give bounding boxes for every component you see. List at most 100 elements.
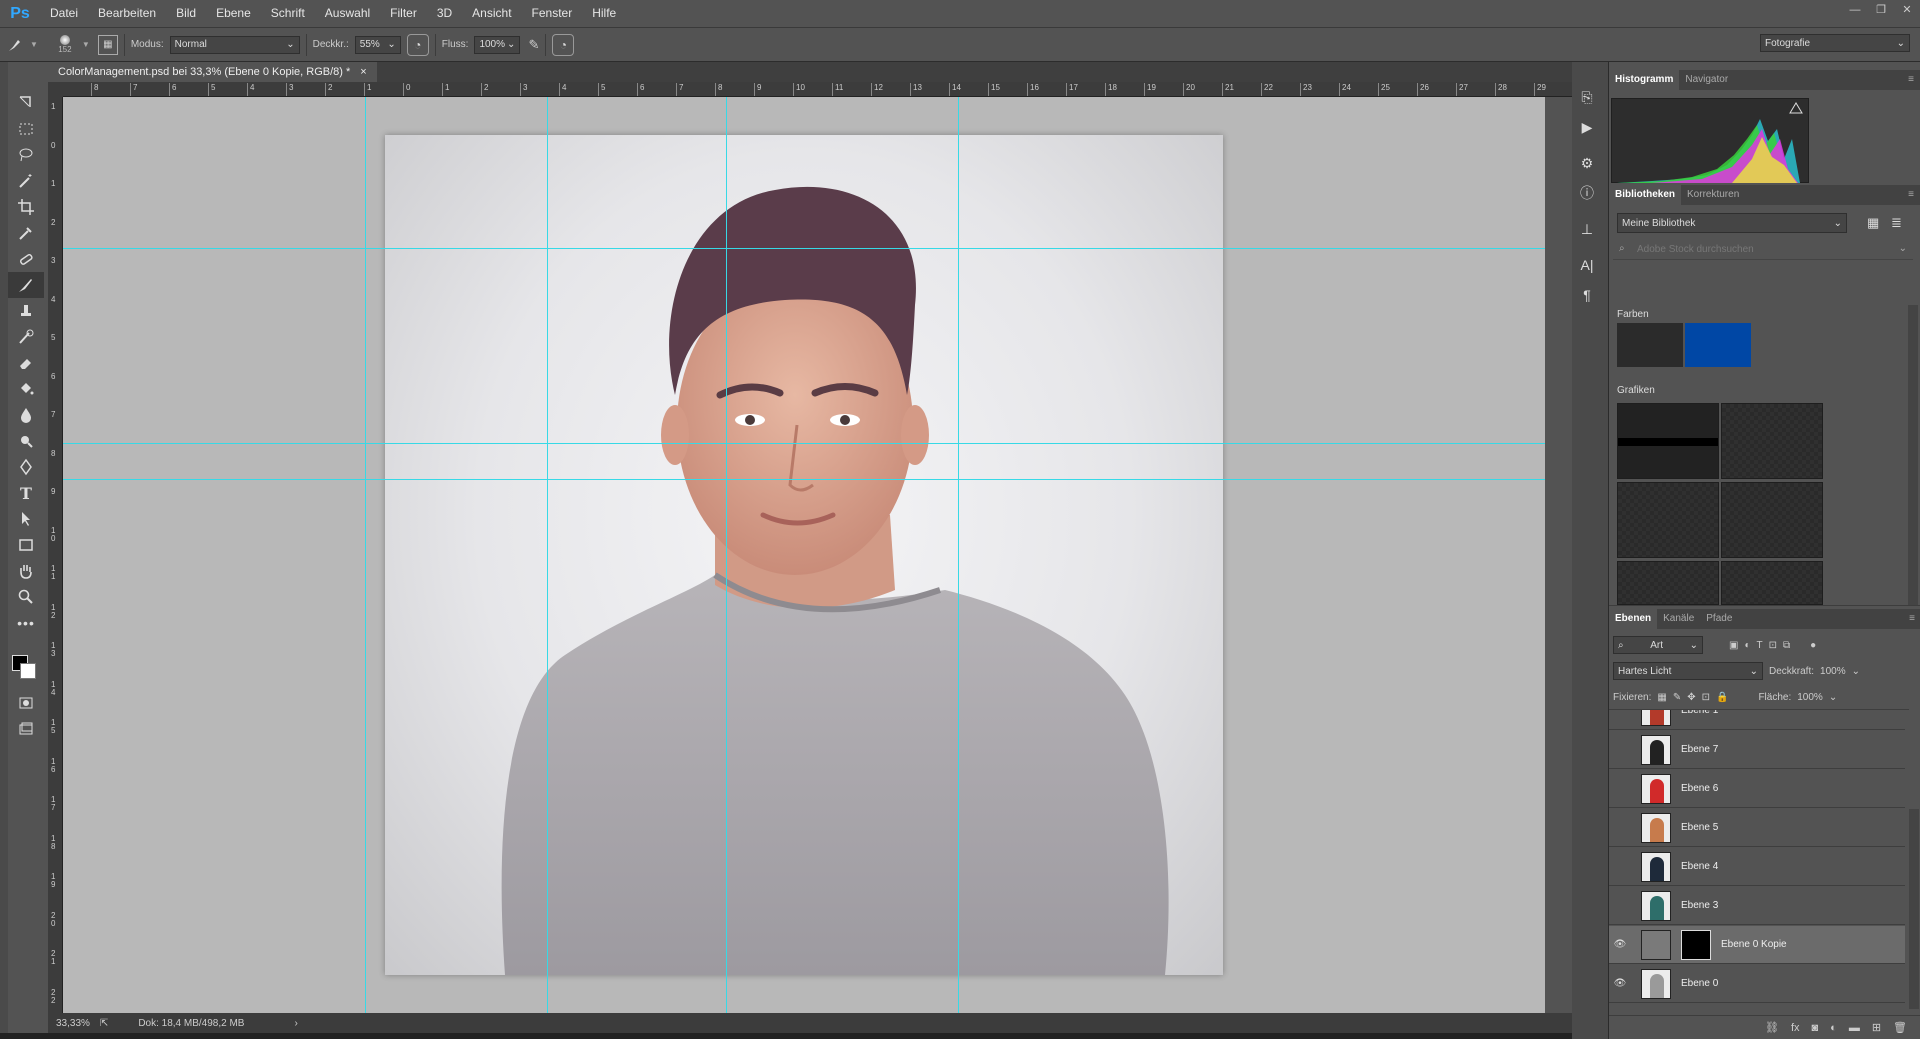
library-select[interactable]: Meine Bibliothek ⌄ — [1617, 213, 1847, 233]
ruler-corner[interactable] — [48, 82, 63, 97]
blend-mode-select[interactable]: Hartes Licht ⌄ — [1613, 662, 1763, 680]
lock-artboard-icon[interactable]: ⊡ — [1702, 692, 1710, 703]
add-mask-icon[interactable]: ◙ — [1812, 1022, 1819, 1034]
move-tool-icon[interactable] — [8, 90, 44, 116]
layer-fill-value[interactable]: 100% — [1797, 692, 1823, 703]
type-filter-icon[interactable]: T — [1757, 640, 1763, 651]
quick-mask-icon[interactable] — [8, 690, 44, 716]
close-tab-icon[interactable]: × — [360, 62, 366, 82]
magic-wand-icon[interactable] — [8, 168, 44, 194]
lock-pixels-icon[interactable]: ✎ — [1673, 692, 1681, 703]
smart-object-filter-icon[interactable]: ⧉ — [1783, 640, 1790, 651]
zoom-tool-icon[interactable] — [8, 584, 44, 610]
tab-pfade[interactable]: Pfade — [1700, 609, 1738, 629]
character-panel-icon[interactable]: A| — [1572, 250, 1602, 280]
guide-line[interactable] — [63, 248, 1545, 249]
new-layer-icon[interactable]: ⊞ — [1872, 1021, 1881, 1034]
eyedropper-icon[interactable] — [8, 220, 44, 246]
guide-line[interactable] — [63, 443, 1545, 444]
layer-row[interactable]: Ebene 5 — [1609, 809, 1905, 847]
library-graphic[interactable] — [1721, 482, 1823, 558]
lasso-tool-icon[interactable] — [8, 142, 44, 168]
layer-style-icon[interactable]: fx — [1791, 1022, 1800, 1034]
lock-all-icon[interactable]: 🔒 — [1716, 692, 1728, 703]
guide-line[interactable] — [726, 97, 727, 1013]
library-color-swatch[interactable] — [1617, 323, 1683, 367]
export-icon[interactable]: ⇱ — [100, 1018, 108, 1029]
tab-navigator[interactable]: Navigator — [1679, 70, 1734, 90]
airbrush-icon[interactable]: ✎ — [528, 37, 539, 53]
tab-korrekturen[interactable]: Korrekturen — [1681, 185, 1745, 205]
panel-menu-icon[interactable]: ≡ — [1908, 74, 1914, 85]
layer-filter-select[interactable]: ⌕ Art ⌄ — [1613, 636, 1703, 654]
layer-row[interactable]: Ebene 3 — [1609, 887, 1905, 925]
chevron-down-icon[interactable]: ⌄ — [1829, 692, 1837, 703]
layer-row[interactable]: 👁 Ebene 0 Kopie — [1609, 926, 1905, 964]
menu-auswahl[interactable]: Auswahl — [315, 0, 380, 27]
paint-bucket-icon[interactable] — [8, 376, 44, 402]
delete-layer-icon[interactable]: 🗑 — [1893, 1021, 1907, 1034]
library-graphic[interactable] — [1617, 482, 1719, 558]
layer-row[interactable]: Ebene 7 — [1609, 731, 1905, 769]
menu-ebene[interactable]: Ebene — [206, 0, 261, 27]
panel-menu-icon[interactable]: ≡ — [1908, 189, 1914, 200]
history-brush-icon[interactable] — [8, 324, 44, 350]
dodge-tool-icon[interactable] — [8, 428, 44, 454]
rectangle-tool-icon[interactable] — [8, 532, 44, 558]
menu-schrift[interactable]: Schrift — [261, 0, 315, 27]
layer-row[interactable]: Ebene 1 — [1609, 710, 1905, 730]
history-panel-icon[interactable]: ⎘ — [1572, 82, 1602, 112]
menu-bearbeiten[interactable]: Bearbeiten — [88, 0, 166, 27]
shape-filter-icon[interactable]: ⊡ — [1769, 640, 1777, 651]
adjustment-layer-icon[interactable]: ◐ — [1830, 1022, 1837, 1034]
hand-tool-icon[interactable] — [8, 558, 44, 584]
layer-row[interactable]: 👁 Ebene 0 — [1609, 965, 1905, 1003]
guide-line[interactable] — [365, 97, 366, 1013]
blur-tool-icon[interactable] — [8, 402, 44, 428]
document-tab[interactable]: ColorManagement.psd bei 33,3% (Ebene 0 K… — [48, 62, 377, 82]
library-color-swatch[interactable] — [1685, 323, 1751, 367]
vertical-ruler[interactable]: 101234567891 01 11 21 31 41 51 61 71 81 … — [48, 97, 63, 1013]
layer-row[interactable]: Ebene 6 — [1609, 770, 1905, 808]
lock-position-icon[interactable]: ✥ — [1687, 692, 1695, 703]
list-view-icon[interactable]: ≣ — [1891, 215, 1902, 231]
library-graphic[interactable] — [1721, 561, 1823, 605]
screen-mode-icon[interactable] — [8, 716, 44, 742]
lock-transparency-icon[interactable]: ▦ — [1657, 692, 1666, 703]
eraser-icon[interactable] — [8, 350, 44, 376]
chevron-right-icon[interactable]: › — [294, 1018, 297, 1029]
library-graphic[interactable] — [1721, 403, 1823, 479]
menu-3d[interactable]: 3D — [427, 0, 462, 27]
pressure-opacity-button[interactable]: ◔ — [406, 33, 429, 56]
library-graphic[interactable] — [1617, 561, 1719, 605]
paragraph-panel-icon[interactable]: ¶ — [1572, 280, 1602, 310]
background-color-swatch[interactable] — [20, 663, 36, 679]
type-tool-icon[interactable]: T — [8, 480, 44, 506]
pixel-filter-icon[interactable]: ▣ — [1729, 640, 1738, 651]
stock-search-input[interactable]: ⌕ Adobe Stock durchsuchen ⌄ — [1613, 240, 1913, 260]
zoom-level[interactable]: 33,33% — [56, 1018, 90, 1029]
pen-tool-icon[interactable] — [8, 454, 44, 480]
layers-scrollbar[interactable] — [1909, 809, 1919, 1009]
fluss-input[interactable]: 100% ⌄ — [474, 35, 521, 54]
menu-ansicht[interactable]: Ansicht — [462, 0, 521, 27]
filter-toggle-icon[interactable]: ● — [1810, 640, 1816, 651]
brush-tool-icon[interactable] — [8, 272, 44, 298]
menu-bild[interactable]: Bild — [166, 0, 206, 27]
actions-panel-icon[interactable]: ▶ — [1572, 112, 1602, 142]
clone-stamp-icon[interactable] — [8, 298, 44, 324]
info-panel-icon[interactable]: ⓘ — [1572, 178, 1602, 208]
stamp-panel-icon[interactable]: ⊥ — [1572, 214, 1602, 244]
menu-hilfe[interactable]: Hilfe — [582, 0, 626, 27]
guide-line[interactable] — [958, 97, 959, 1013]
layer-opacity-value[interactable]: 100% — [1820, 666, 1846, 677]
link-layers-icon[interactable]: ⛓ — [1765, 1021, 1779, 1034]
new-group-icon[interactable]: ▬ — [1849, 1022, 1860, 1034]
brush-panel-toggle[interactable]: ▦ — [97, 34, 118, 55]
library-scrollbar[interactable] — [1908, 305, 1918, 605]
panel-menu-icon[interactable]: ≡ — [1909, 613, 1915, 624]
more-tools-icon[interactable]: ••• — [8, 610, 44, 636]
tab-histogramm[interactable]: Histogramm — [1609, 70, 1680, 90]
visibility-eye-icon[interactable]: 👁 — [1609, 939, 1631, 950]
guide-line[interactable] — [63, 479, 1545, 480]
